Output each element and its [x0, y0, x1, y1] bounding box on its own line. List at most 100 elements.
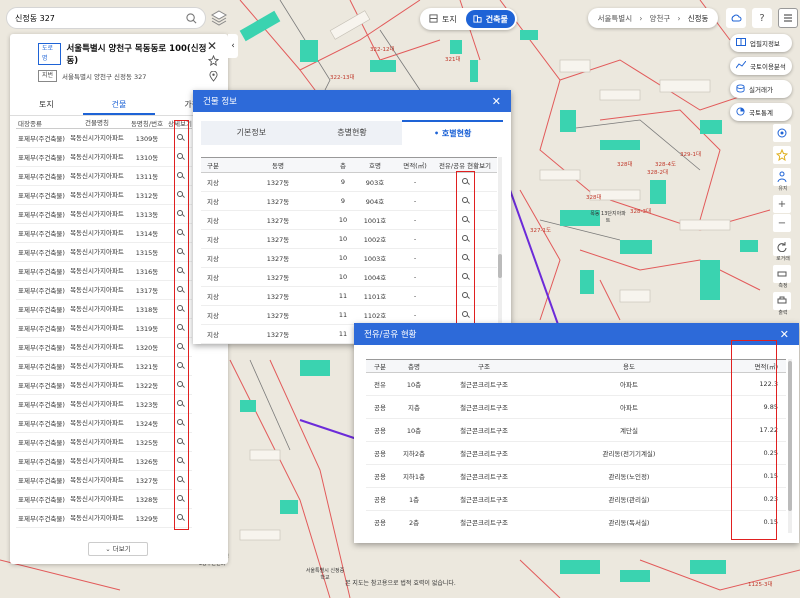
map-pin-icon[interactable] — [209, 70, 218, 84]
table-row: 공용 지하2층 철근콘크리트구조 관리동(전기기계실) 0.25 — [366, 442, 786, 465]
unit-name: 1101호 — [363, 293, 387, 301]
right-small-label: 출력 — [778, 310, 788, 316]
help-label: ? — [759, 12, 765, 24]
share-structure: 철근콘크리트구조 — [460, 519, 508, 527]
table-row[interactable]: 지상 1327동 11 1101호 - — [201, 287, 497, 306]
share-structure: 철근콘크리트구조 — [460, 450, 508, 458]
table-row[interactable]: 표제부(주건축물) 목동신시가지아파트 1320동 — [16, 338, 192, 357]
table-row[interactable]: 표제부(주건축물) 목동신시가지아파트 1326동 — [16, 452, 192, 471]
tool-land-stats[interactable]: 국토통계 — [730, 103, 792, 121]
ledger-type: 표제부(주건축물) — [18, 363, 65, 371]
measure-icon[interactable] — [773, 265, 791, 283]
breadcrumb-city[interactable]: 서울특별시 — [598, 13, 633, 24]
table-row[interactable]: 지상 1327동 10 1004호 - — [201, 268, 497, 287]
ledger-type: 표제부(주건축물) — [18, 515, 65, 523]
unit-floor: 11 — [338, 292, 348, 300]
table-row[interactable]: 표제부(주건축물) 목동신시가지아파트 1324동 — [16, 414, 192, 433]
table-row[interactable]: 표제부(주건축물) 목동신시가지아파트 1319동 — [16, 319, 192, 338]
table-row[interactable]: 표제부(주건축물) 목동신시가지아파트 1309동 — [16, 129, 192, 148]
building-name: 목동신시가지아파트 — [70, 134, 124, 142]
table-row[interactable]: 지상 1327동 9 903호 - — [201, 173, 497, 192]
unit-name: 904호 — [365, 198, 385, 206]
scrollbar-thumb[interactable] — [498, 254, 502, 278]
table-row[interactable]: 표제부(주건축물) 목동신시가지아파트 1313동 — [16, 205, 192, 224]
col-building-name: 건물명칭 — [85, 118, 109, 127]
search-bar[interactable] — [6, 7, 206, 29]
table-row[interactable]: 표제부(주건축물) 목동신시가지아파트 1329동 — [16, 509, 192, 528]
ledger-type: 표제부(주건축물) — [18, 268, 65, 276]
share-floor: 1층 — [408, 496, 420, 504]
help-button[interactable]: ? — [752, 8, 772, 28]
zoom-in-button[interactable]: + — [773, 195, 791, 213]
ledger-type: 표제부(주건축물) — [18, 135, 65, 143]
table-row[interactable]: 표제부(주건축물) 목동신시가지아파트 1317동 — [16, 281, 192, 300]
location-icon[interactable] — [773, 124, 791, 142]
dong-number: 1314동 — [135, 230, 159, 238]
scrollbar-thumb[interactable] — [788, 361, 792, 511]
close-icon[interactable]: ✕ — [780, 328, 789, 341]
weather-icon[interactable] — [726, 8, 746, 28]
breadcrumb-district[interactable]: 양천구 — [650, 13, 671, 24]
street-view-icon[interactable] — [773, 168, 791, 186]
tool-parcel-info[interactable]: 업필지정보 — [730, 34, 792, 52]
table-row[interactable]: 표제부(주건축물) 목동신시가지아파트 1310동 — [16, 148, 192, 167]
tab-unit-status-label: 호별현황 — [441, 129, 472, 138]
share-kind: 공용 — [374, 450, 386, 458]
table-row[interactable]: 표제부(주건축물) 목동신시가지아파트 1327동 — [16, 471, 192, 490]
table-row[interactable]: 표제부(주건축물) 목동신시가지아파트 1312동 — [16, 186, 192, 205]
menu-icon[interactable] — [778, 8, 798, 28]
land-building-toggle[interactable]: 토지 건축물 — [420, 8, 517, 30]
search-input[interactable] — [15, 13, 185, 23]
col-dong-number: 동명칭/번호 — [130, 119, 164, 128]
table-row[interactable]: 표제부(주건축물) 목동신시가지아파트 1314동 — [16, 224, 192, 243]
table-row[interactable]: 지상 1327동 10 1002호 - — [201, 230, 497, 249]
table-row[interactable]: 표제부(주건축물) 목동신시가지아파트 1315동 — [16, 243, 192, 262]
unit-floor: 11 — [338, 330, 348, 338]
table-row[interactable]: 표제부(주건축물) 목동신시가지아파트 1321동 — [16, 357, 192, 376]
star-icon[interactable] — [207, 54, 220, 68]
table-row[interactable]: 표제부(주건축물) 목동신시가지아파트 1325동 — [16, 433, 192, 452]
tab-basic-info[interactable]: 기본정보 — [201, 121, 302, 145]
star-icon[interactable] — [773, 146, 791, 164]
table-row[interactable]: 표제부(주건축물) 목동신시가지아파트 1316동 — [16, 262, 192, 281]
close-icon[interactable]: ✕ — [207, 39, 217, 53]
building-name: 목동신시가지아파트 — [70, 419, 124, 427]
close-icon[interactable]: ✕ — [492, 95, 501, 108]
tab-land[interactable]: 토지 — [422, 10, 464, 28]
layers-icon[interactable] — [210, 9, 228, 27]
table-row[interactable]: 지상 1327동 9 904호 - — [201, 192, 497, 211]
map-parcel-label: 328-3대 — [630, 209, 652, 215]
map-parcel-label: 327-1도 — [530, 228, 552, 234]
table-row[interactable]: 표제부(주건축물) 목동신시가지아파트 1322동 — [16, 376, 192, 395]
building-name: 목동신시가지아파트 — [70, 229, 124, 237]
search-icon[interactable] — [185, 12, 197, 24]
table-row[interactable]: 표제부(주건축물) 목동신시가지아파트 1311동 — [16, 167, 192, 186]
unit-floor: 9 — [340, 178, 346, 186]
ledger-type: 표제부(주건축물) — [18, 439, 65, 447]
tab-building[interactable]: 건축물 — [465, 10, 515, 28]
tool-land-analysis[interactable]: 국토이용분석 — [730, 57, 792, 75]
print-icon[interactable] — [773, 292, 791, 310]
table-row: 전유 10층 철근콘크리트구조 아파트 122.3 — [366, 373, 786, 396]
refresh-icon[interactable] — [773, 238, 791, 256]
table-row[interactable]: 표제부(주건축물) 목동신시가지아파트 1318동 — [16, 300, 192, 319]
tool-land-stats-label: 국토통계 — [749, 109, 773, 117]
ledger-type: 표제부(주건축물) — [18, 154, 65, 162]
more-button[interactable]: ⌄ 더보기 — [88, 542, 148, 556]
map-disclaimer: 본 지도는 참고용으로 법적 효력이 없습니다. — [345, 580, 456, 587]
table-row[interactable]: 표제부(주건축물) 목동신시가지아파트 1323동 — [16, 395, 192, 414]
table-row[interactable]: 표제부(주건축물) 목동신시가지아파트 1328동 — [16, 490, 192, 509]
tab-building[interactable]: 건물 — [82, 94, 156, 115]
tool-real-deal[interactable]: 실거래가 — [730, 80, 792, 98]
chevron-down-icon: › — [677, 13, 681, 23]
scrollbar[interactable] — [498, 157, 502, 339]
table-row[interactable]: 지상 1327동 10 1001호 - — [201, 211, 497, 230]
tab-floor-status[interactable]: 층별현황 — [302, 121, 403, 145]
zoom-out-button[interactable]: − — [773, 214, 791, 232]
tab-unit-status[interactable]: • 호별현황 — [402, 120, 504, 146]
tab-land[interactable]: 토지 — [10, 94, 83, 115]
share-floor: 10층 — [406, 427, 422, 435]
collapse-panel-button[interactable]: ‹ — [228, 34, 238, 58]
table-row[interactable]: 지상 1327동 10 1003호 - — [201, 249, 497, 268]
breadcrumb-dong[interactable]: 신정동 — [688, 13, 709, 24]
